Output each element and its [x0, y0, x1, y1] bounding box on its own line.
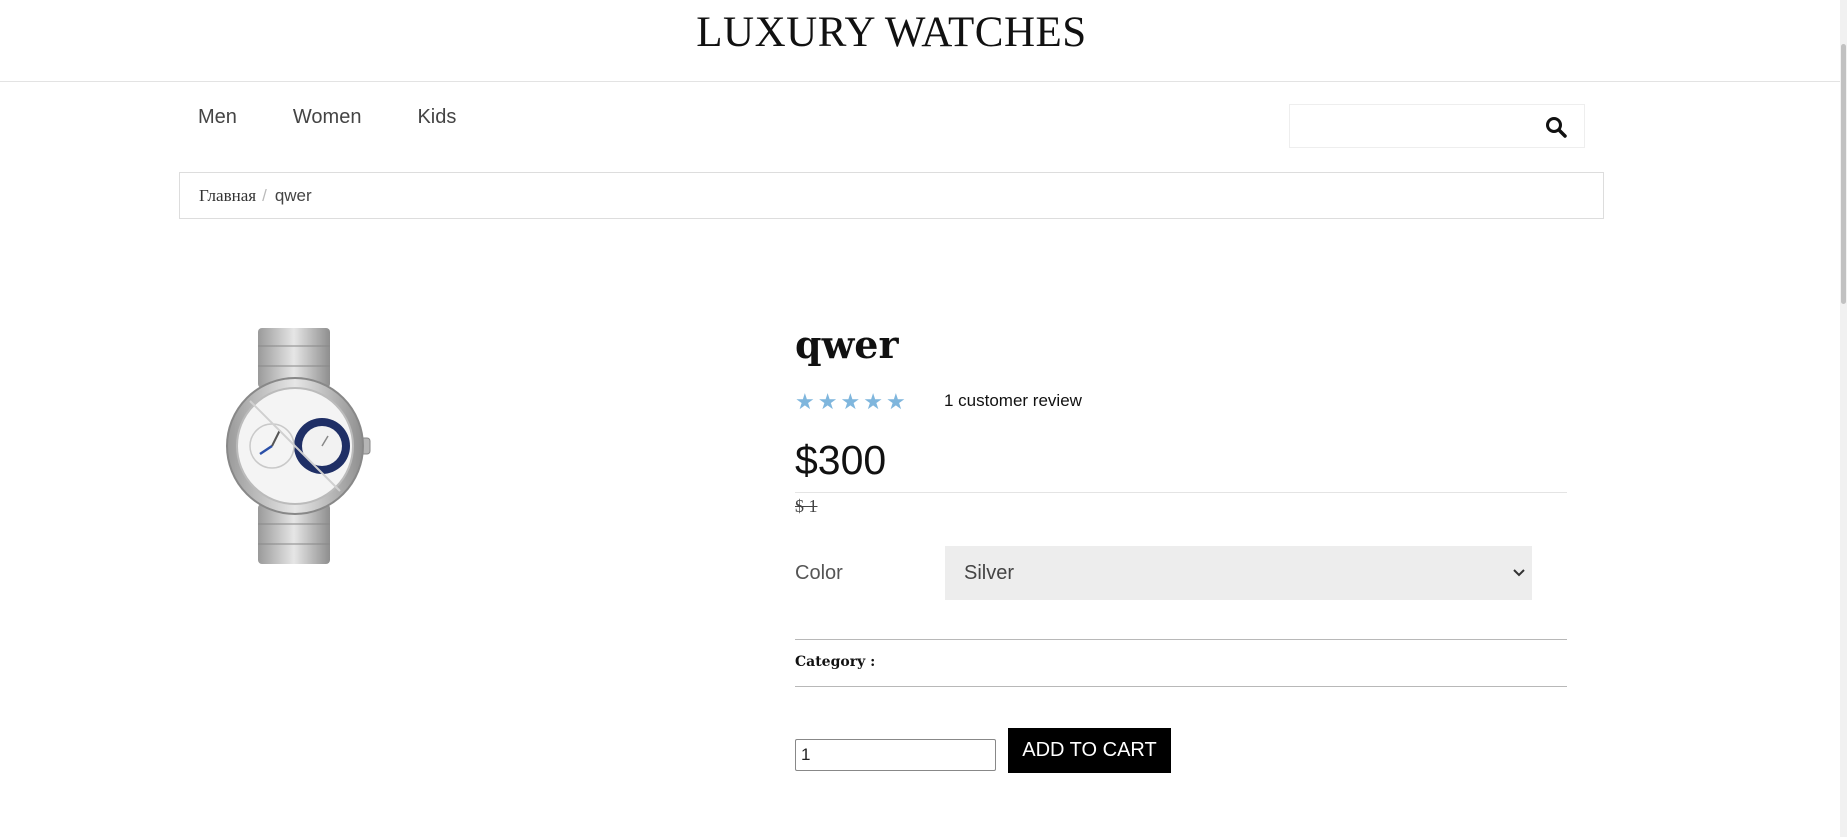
star-icon: ★	[817, 389, 838, 414]
star-icon: ★	[840, 389, 861, 414]
scrollbar-thumb[interactable]	[1841, 44, 1846, 304]
divider	[795, 686, 1567, 687]
product-price: $300	[795, 437, 887, 483]
star-icon: ★	[885, 389, 906, 414]
search-box	[1289, 104, 1585, 148]
color-label: Color	[795, 562, 843, 584]
search-icon[interactable]	[1544, 115, 1568, 139]
nav-item-men[interactable]: Men	[198, 106, 237, 129]
nav-item-women[interactable]: Women	[293, 106, 362, 129]
price-divider	[795, 492, 1567, 493]
product-title: qwer	[795, 322, 899, 367]
star-icon: ★	[863, 389, 883, 414]
breadcrumb: Главная / qwer	[179, 172, 1604, 219]
add-to-cart-button[interactable]: ADD TO CART	[1008, 728, 1171, 773]
breadcrumb-home-link[interactable]: Главная	[199, 186, 256, 205]
divider	[795, 639, 1567, 640]
old-price: $ 1	[795, 496, 818, 516]
chevron-down-icon	[1513, 569, 1525, 577]
product-image[interactable]	[210, 326, 380, 566]
breadcrumb-current: qwer	[274, 186, 312, 205]
breadcrumb-separator: /	[262, 186, 267, 205]
main-nav: Men Women Kids	[198, 106, 456, 129]
scrollbar[interactable]	[1840, 0, 1847, 837]
review-count[interactable]: 1 customer review	[944, 391, 1082, 411]
color-select[interactable]: Silver	[945, 546, 1532, 600]
site-logo[interactable]: LUXURY WATCHES	[0, 8, 1783, 57]
color-select-value: Silver	[964, 562, 1015, 584]
site-header: LUXURY WATCHES	[0, 0, 1847, 82]
star-icon: ★	[795, 389, 815, 414]
category-label: Category :	[795, 654, 876, 670]
search-input[interactable]	[1298, 113, 1528, 141]
quantity-input[interactable]	[795, 739, 996, 771]
rating-stars: ★ ★ ★ ★ ★	[795, 390, 906, 414]
nav-item-kids[interactable]: Kids	[417, 106, 456, 129]
